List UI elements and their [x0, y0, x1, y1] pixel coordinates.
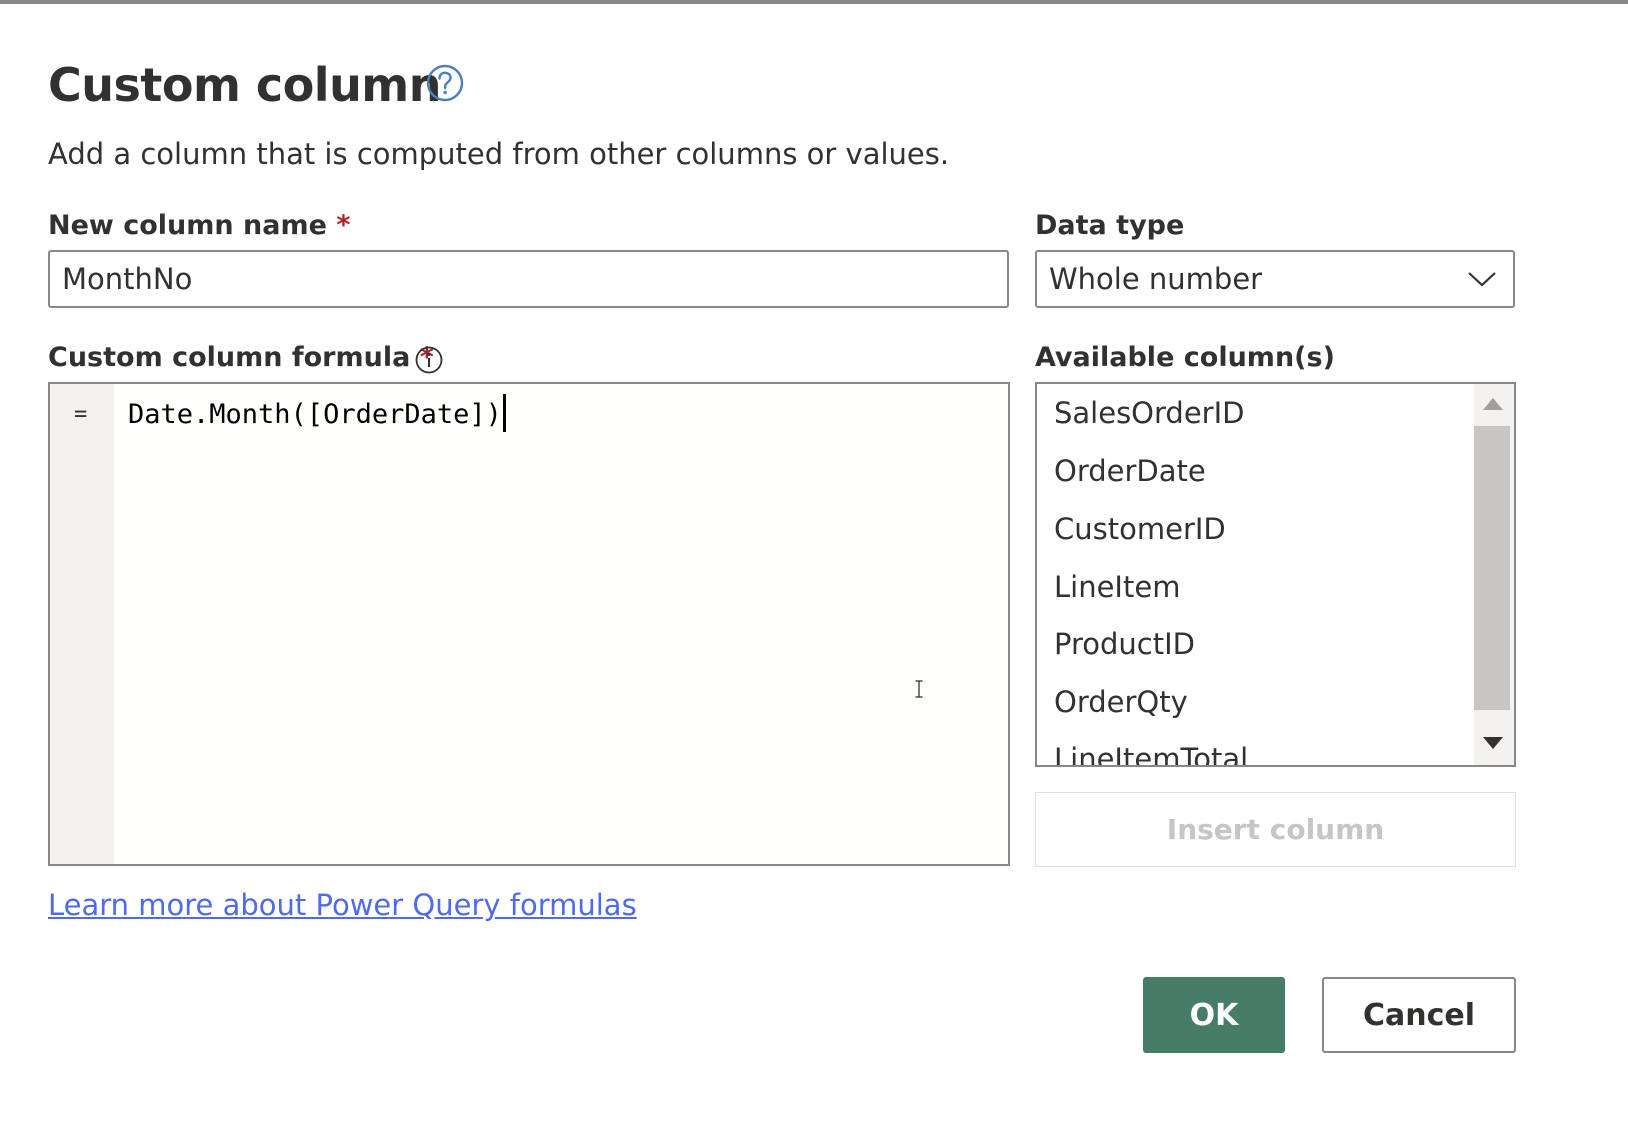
formula-editor[interactable]: = Date.Month([OrderDate]) — [48, 382, 1010, 866]
list-item[interactable]: CustomerID — [1054, 512, 1226, 546]
dialog-title: Custom column — [48, 58, 442, 112]
new-column-name-label: New column name * — [48, 210, 350, 241]
insert-column-button[interactable]: Insert column — [1035, 792, 1516, 867]
available-columns-list[interactable]: SalesOrderID OrderDate CustomerID LineIt… — [1035, 382, 1516, 767]
scrollbar-thumb[interactable] — [1474, 426, 1510, 710]
available-columns-label: Available column(s) — [1035, 342, 1335, 373]
custom-column-dialog: Custom column Add a column that is compu… — [0, 0, 1628, 1141]
list-item[interactable]: LineItem — [1054, 570, 1180, 604]
formula-code: Date.Month([OrderDate]) — [128, 399, 502, 430]
chevron-down-icon — [1468, 272, 1496, 287]
formula-gutter: = — [50, 384, 114, 864]
ok-button[interactable]: OK — [1143, 977, 1285, 1053]
custom-column-formula-label: Custom column formula * — [48, 342, 434, 373]
scroll-up-arrow-icon[interactable] — [1483, 398, 1503, 410]
list-scrollbar[interactable] — [1474, 384, 1514, 765]
text-caret — [502, 394, 506, 432]
new-column-name-label-text: New column name — [48, 210, 327, 241]
scroll-down-arrow-icon[interactable] — [1483, 737, 1503, 749]
info-icon[interactable] — [415, 346, 443, 374]
list-item[interactable]: SalesOrderID — [1054, 396, 1244, 430]
dialog-subtitle: Add a column that is computed from other… — [48, 137, 950, 171]
data-type-label: Data type — [1035, 210, 1185, 241]
list-item[interactable]: OrderDate — [1054, 454, 1206, 488]
required-mark: * — [336, 210, 351, 241]
equals-symbol: = — [74, 402, 88, 427]
custom-column-formula-label-text: Custom column formula — [48, 342, 411, 373]
list-item[interactable]: OrderQty — [1054, 685, 1188, 719]
data-type-dropdown[interactable]: Whole number — [1035, 250, 1515, 308]
question-circle-icon[interactable] — [426, 64, 464, 102]
data-type-value: Whole number — [1049, 262, 1263, 296]
new-column-name-input[interactable] — [48, 250, 1009, 308]
top-border — [0, 0, 1628, 4]
learn-more-link[interactable]: Learn more about Power Query formulas — [48, 888, 637, 922]
cancel-button[interactable]: Cancel — [1322, 977, 1516, 1053]
list-item[interactable]: LineItemTotal — [1054, 742, 1248, 765]
ibeam-cursor-icon — [915, 680, 923, 698]
formula-code-line[interactable]: Date.Month([OrderDate]) — [128, 394, 506, 432]
list-item[interactable]: ProductID — [1054, 627, 1195, 661]
